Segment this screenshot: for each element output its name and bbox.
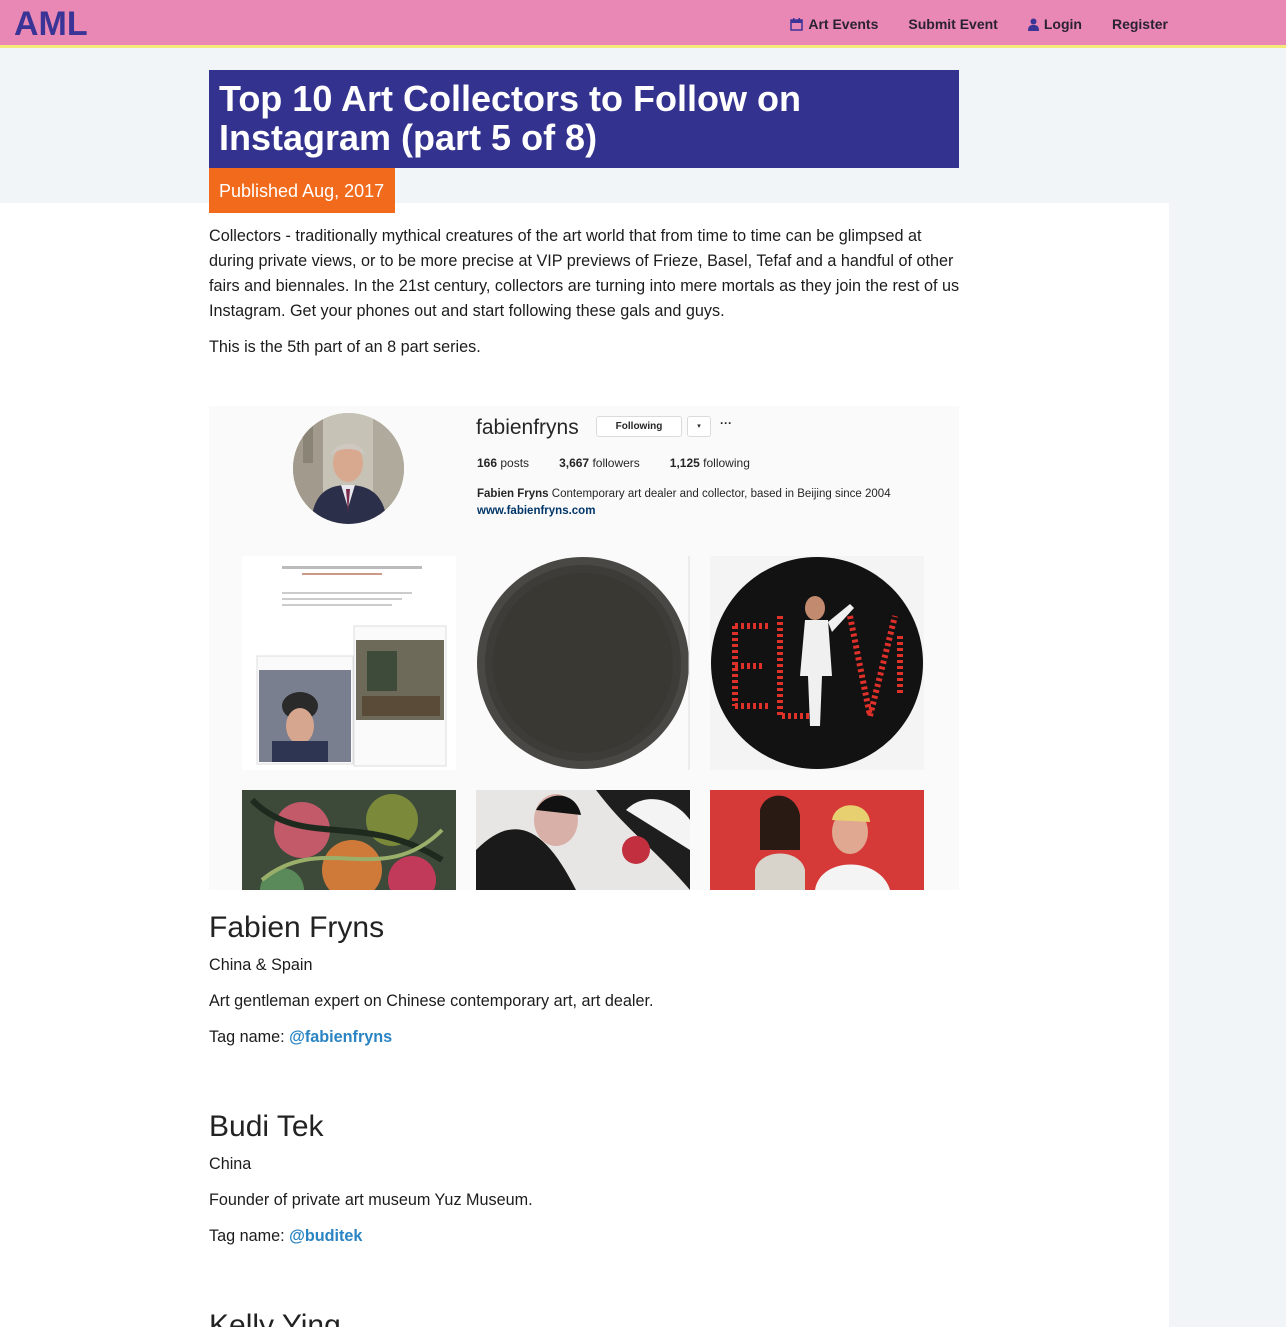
posts-count: 166 bbox=[477, 456, 498, 470]
nav-login[interactable]: Login bbox=[1027, 16, 1082, 32]
posts-label: posts bbox=[500, 456, 530, 470]
tag-label: Tag name: bbox=[209, 1028, 285, 1046]
nav-register[interactable]: Register bbox=[1112, 16, 1168, 32]
collector-entry: Budi Tek China Founder of private art mu… bbox=[209, 1110, 969, 1246]
followers-stat: 3,667 followers bbox=[559, 456, 640, 470]
more-options-icon: ··· bbox=[720, 416, 732, 430]
following-button: Following bbox=[596, 416, 682, 437]
bio-text: Contemporary art dealer and collector, b… bbox=[551, 488, 891, 500]
profile-avatar bbox=[293, 413, 404, 524]
collector-name: Kelly Ying bbox=[209, 1309, 341, 1327]
post-thumbnail bbox=[710, 556, 924, 770]
collector-tag: Tag name: @fabienfryns bbox=[209, 1027, 969, 1047]
collector-location: China & Spain bbox=[209, 956, 313, 974]
following-label: following bbox=[703, 456, 750, 470]
dropdown-icon: ▾ bbox=[687, 416, 711, 437]
post-thumbnail bbox=[242, 790, 456, 890]
followers-count: 3,667 bbox=[559, 456, 590, 470]
nav-art-events-label: Art Events bbox=[808, 16, 879, 32]
bio-website: www.fabienfryns.com bbox=[477, 505, 596, 517]
collector-name: Budi Tek bbox=[209, 1110, 324, 1143]
collector-entry: Fabien Fryns China & Spain Art gentleman… bbox=[209, 911, 969, 1047]
post-thumbnail bbox=[476, 790, 690, 890]
instagram-bio: Fabien Fryns Contemporary art dealer and… bbox=[477, 486, 891, 520]
nav-submit-event-label: Submit Event bbox=[908, 16, 998, 32]
bio-name: Fabien Fryns bbox=[477, 488, 549, 500]
collector-description: Founder of private art museum Yuz Museum… bbox=[209, 1191, 533, 1209]
user-icon bbox=[1027, 18, 1039, 31]
collector-location: China bbox=[209, 1155, 252, 1173]
following-stat: 1,125 following bbox=[670, 456, 750, 470]
top-navbar: AML Art Events Submit Event Login Regist… bbox=[0, 0, 1286, 48]
post-thumbnail bbox=[710, 790, 924, 890]
instagram-tag-link[interactable]: @fabienfryns bbox=[289, 1028, 392, 1046]
article-intro: Collectors - traditionally mythical crea… bbox=[209, 224, 964, 371]
calendar-icon bbox=[790, 17, 804, 31]
article-title-box: Top 10 Art Collectors to Follow on Insta… bbox=[209, 70, 959, 168]
nav-submit-event[interactable]: Submit Event bbox=[908, 16, 997, 32]
collector-entry: Kelly Ying bbox=[209, 1309, 969, 1327]
posts-stat: 166 posts bbox=[477, 456, 529, 470]
instagram-stats: 166 posts 3,667 followers 1,125 followin… bbox=[477, 456, 780, 470]
nav-menu: Art Events Submit Event Login Register bbox=[760, 0, 1168, 48]
intro-paragraph: Collectors - traditionally mythical crea… bbox=[209, 227, 960, 320]
tag-label: Tag name: bbox=[209, 1227, 285, 1245]
nav-art-events[interactable]: Art Events bbox=[790, 16, 878, 32]
nav-register-label: Register bbox=[1111, 16, 1168, 32]
collector-description: Art gentleman expert on Chinese contempo… bbox=[209, 992, 654, 1010]
post-thumbnail bbox=[476, 556, 690, 770]
instagram-tag-link[interactable]: @buditek bbox=[289, 1227, 362, 1245]
brand-logo[interactable]: AML bbox=[14, 5, 88, 44]
instagram-profile-screenshot: fabienfryns Following ▾ ··· 166 posts 3,… bbox=[209, 406, 959, 890]
series-note: This is the 5th part of an 8 part series… bbox=[209, 338, 481, 356]
nav-login-label: Login bbox=[1043, 16, 1082, 32]
instagram-username: fabienfryns bbox=[476, 416, 579, 439]
following-count: 1,125 bbox=[669, 456, 700, 470]
collector-name: Fabien Fryns bbox=[209, 911, 385, 944]
collector-tag: Tag name: @buditek bbox=[209, 1226, 969, 1246]
followers-label: followers bbox=[592, 456, 640, 470]
post-thumbnail bbox=[242, 556, 456, 770]
article-title: Top 10 Art Collectors to Follow on Insta… bbox=[219, 78, 801, 158]
published-badge: Published Aug, 2017 bbox=[209, 168, 395, 213]
